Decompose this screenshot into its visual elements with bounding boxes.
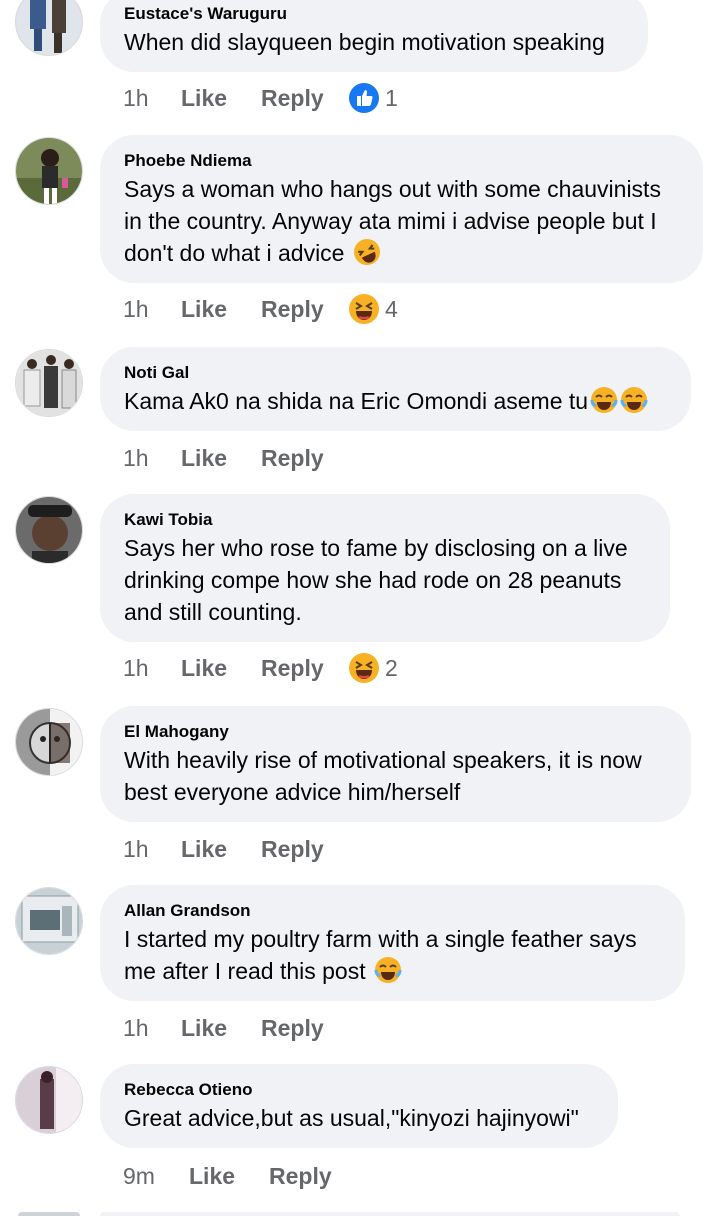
comment-actions: 1h Like Reply: [123, 440, 349, 476]
like-icon: [349, 83, 379, 113]
comment-actions: 1h Like Reply: [123, 1010, 349, 1046]
reaction-summary[interactable]: 1: [349, 83, 398, 113]
comment-bubble: Allan Grandson I started my poultry farm…: [100, 885, 685, 1001]
comment-author[interactable]: Noti Gal: [124, 363, 189, 383]
tears-of-joy-emoji-icon: [374, 957, 402, 983]
comment-actions: 1h Like Reply 1: [123, 80, 398, 116]
tears-of-joy-emoji-icon: [590, 387, 618, 413]
reaction-count: 1: [385, 84, 398, 111]
like-button[interactable]: Like: [181, 836, 261, 863]
like-button[interactable]: Like: [181, 1015, 261, 1042]
comment-actions: 1h Like Reply 4: [123, 291, 398, 327]
avatar[interactable]: [15, 496, 83, 564]
next-comment-avatar-partial: [18, 1212, 80, 1216]
comment-bubble: Phoebe Ndiema Says a woman who hangs out…: [100, 135, 703, 283]
comment-author[interactable]: Eustace's Waruguru: [124, 4, 287, 24]
comment-text: Kama Ak0 na shida na Eric Omondi aseme t…: [124, 385, 673, 417]
reply-button[interactable]: Reply: [261, 445, 349, 472]
comment-author[interactable]: Allan Grandson: [124, 901, 251, 921]
comment-bubble: Kawi Tobia Says her who rose to fame by …: [100, 494, 670, 642]
laughing-icon: [349, 653, 379, 683]
rofl-emoji-icon: [353, 239, 380, 265]
avatar[interactable]: [15, 137, 83, 205]
reaction-summary[interactable]: 2: [349, 653, 398, 683]
like-button[interactable]: Like: [181, 296, 261, 323]
comment-bubble: Eustace's Waruguru When did slayqueen be…: [100, 0, 648, 72]
avatar[interactable]: [15, 887, 83, 955]
comment-text: With heavily rise of motivational speake…: [124, 747, 642, 805]
next-comment-bubble-partial: [100, 1212, 680, 1216]
comment-author[interactable]: Kawi Tobia: [124, 510, 212, 530]
comment-actions: 9m Like Reply: [123, 1158, 357, 1194]
laughing-icon: [349, 294, 379, 324]
avatar[interactable]: [15, 349, 83, 417]
comment-time[interactable]: 1h: [123, 655, 181, 682]
reply-button[interactable]: Reply: [261, 85, 349, 112]
like-button[interactable]: Like: [181, 85, 261, 112]
comment-time[interactable]: 1h: [123, 85, 181, 112]
avatar[interactable]: [15, 708, 83, 776]
avatar[interactable]: [15, 1066, 83, 1134]
comment-time[interactable]: 1h: [123, 296, 181, 323]
comment-time[interactable]: 1h: [123, 445, 181, 472]
comment-bubble: El Mahogany With heavily rise of motivat…: [100, 706, 691, 822]
comment-text: When did slayqueen begin motivation spea…: [124, 29, 605, 55]
comment-author[interactable]: Rebecca Otieno: [124, 1080, 253, 1100]
reply-button[interactable]: Reply: [269, 1163, 357, 1190]
tears-of-joy-emoji-icon: [620, 387, 648, 413]
like-button[interactable]: Like: [181, 655, 261, 682]
like-button[interactable]: Like: [181, 445, 261, 472]
comment-text: Great advice,but as usual,"kinyozi hajin…: [124, 1105, 579, 1131]
comment-text: I started my poultry farm with a single …: [124, 926, 637, 984]
reaction-count: 2: [385, 654, 398, 681]
comment-time[interactable]: 1h: [123, 836, 181, 863]
comment-text: Says her who rose to fame by disclosing …: [124, 535, 628, 625]
reply-button[interactable]: Reply: [261, 296, 349, 323]
comment-actions: 1h Like Reply 2: [123, 650, 398, 686]
reply-button[interactable]: Reply: [261, 655, 349, 682]
comment-author[interactable]: El Mahogany: [124, 722, 229, 742]
comment-bubble: Rebecca Otieno Great advice,but as usual…: [100, 1064, 618, 1148]
comment-text: Says a woman who hangs out with some cha…: [124, 173, 685, 269]
comment-actions: 1h Like Reply: [123, 831, 349, 867]
comment-author[interactable]: Phoebe Ndiema: [124, 151, 252, 171]
like-button[interactable]: Like: [189, 1163, 269, 1190]
avatar[interactable]: [15, 0, 83, 56]
reply-button[interactable]: Reply: [261, 836, 349, 863]
reaction-count: 4: [385, 295, 398, 322]
comment-bubble: Noti Gal Kama Ak0 na shida na Eric Omond…: [100, 347, 691, 431]
comment-time[interactable]: 1h: [123, 1015, 181, 1042]
reaction-summary[interactable]: 4: [349, 294, 398, 324]
comment-time[interactable]: 9m: [123, 1163, 189, 1190]
reply-button[interactable]: Reply: [261, 1015, 349, 1042]
